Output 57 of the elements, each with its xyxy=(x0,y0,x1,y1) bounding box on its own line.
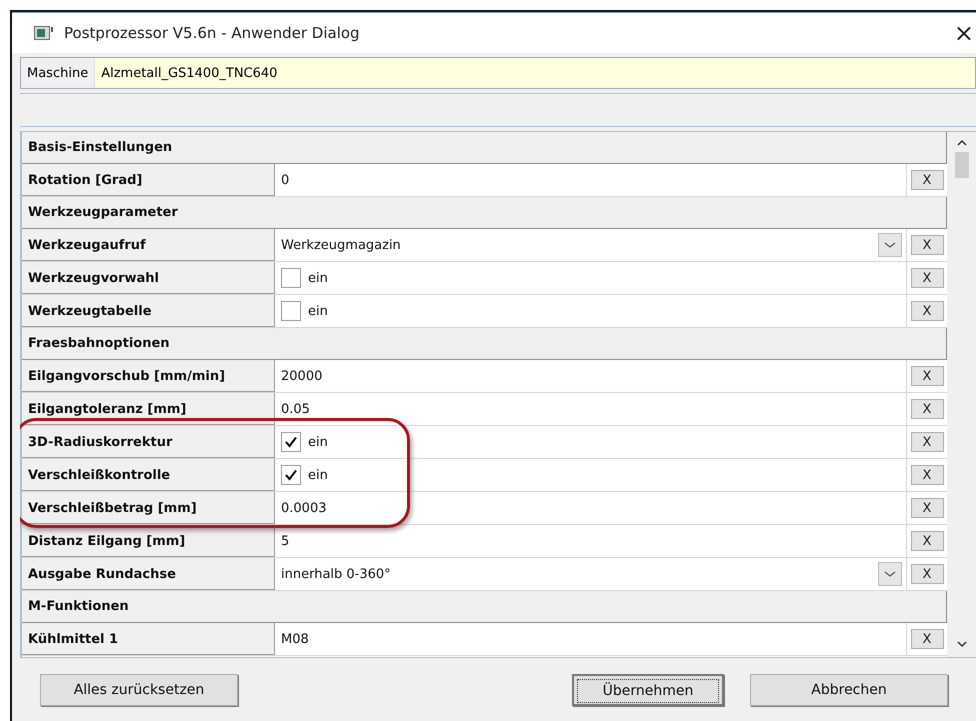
value-field[interactable]: 0.05 xyxy=(281,402,310,416)
checkbox[interactable] xyxy=(281,268,301,288)
cancel-button[interactable]: Abbrechen xyxy=(750,674,948,706)
checkbox-label: ein xyxy=(308,304,328,318)
property-label: Eilgangtoleranz [mm] xyxy=(22,393,275,425)
reset-button[interactable]: X xyxy=(910,564,944,584)
reset-button[interactable]: X xyxy=(910,432,944,452)
reset-all-button[interactable]: Alles zurücksetzen xyxy=(40,674,238,706)
reset-button[interactable]: X xyxy=(910,629,944,649)
section-header: M-Funktionen xyxy=(22,591,947,623)
checkbox-label: ein xyxy=(308,468,328,482)
property-label: Eilgangvorschub [mm/min] xyxy=(22,360,275,392)
reset-button[interactable]: X xyxy=(910,399,944,419)
property-label: Werkzeugtabelle xyxy=(22,295,275,327)
machine-value: Alzmetall_GS1400_TNC640 xyxy=(100,66,278,80)
scroll-up-icon[interactable] xyxy=(954,138,968,148)
checkbox[interactable] xyxy=(281,432,301,452)
scroll-down-icon[interactable] xyxy=(954,639,968,649)
reset-button[interactable]: X xyxy=(910,366,944,386)
property-label: Verschleißbetrag [mm] xyxy=(22,492,275,524)
value-field[interactable]: 0.0003 xyxy=(281,500,326,516)
checkbox-label: ein xyxy=(308,270,328,286)
property-label: 3D-Radiuskorrektur xyxy=(22,426,275,458)
property-label: Distanz Eilgang [mm] xyxy=(22,525,275,557)
property-label: Ausgabe Rundachse xyxy=(22,558,275,590)
reset-button[interactable]: X xyxy=(910,465,944,485)
reset-button[interactable]: X xyxy=(910,498,944,518)
value-field[interactable]: 20000 xyxy=(281,368,322,384)
value-field[interactable]: M08 xyxy=(281,632,309,646)
dropdown-value[interactable]: Werkzeugmagazin xyxy=(281,238,401,252)
value-field[interactable]: 5 xyxy=(281,534,290,548)
section-header: Werkzeugparameter xyxy=(22,197,947,229)
check-mark-icon xyxy=(284,468,298,482)
checkbox[interactable] xyxy=(281,465,301,485)
apply-button[interactable]: Übernehmen xyxy=(572,674,724,706)
property-label: Rotation [Grad] xyxy=(22,164,275,196)
section-header: Fraesbahnoptionen xyxy=(22,328,947,360)
checkbox-label: ein xyxy=(308,434,328,450)
window-icon xyxy=(34,26,54,40)
value-field[interactable]: 0 xyxy=(281,172,290,188)
property-label: Verschleißkontrolle xyxy=(22,459,275,491)
property-label: Werkzeugvorwahl xyxy=(22,262,275,294)
reset-button[interactable]: X xyxy=(910,170,944,190)
property-label: Kühlmittel 1 xyxy=(22,623,275,655)
section-header: Basis-Einstellungen xyxy=(22,132,947,164)
reset-button[interactable]: X xyxy=(910,235,944,255)
check-mark-icon xyxy=(284,435,298,449)
checkbox[interactable] xyxy=(281,301,301,321)
close-button[interactable]: × xyxy=(954,19,976,47)
window-title: Postprozessor V5.6n - Anwender Dialog xyxy=(64,24,361,42)
machine-label: Maschine xyxy=(21,58,96,88)
reset-button[interactable]: X xyxy=(910,301,944,321)
reset-button[interactable]: X xyxy=(910,531,944,551)
reset-button[interactable]: X xyxy=(910,268,944,288)
property-label: Werkzeugaufruf xyxy=(22,229,275,261)
dropdown-value[interactable]: innerhalb 0-360° xyxy=(281,566,391,582)
scrollbar-thumb[interactable] xyxy=(954,152,968,178)
